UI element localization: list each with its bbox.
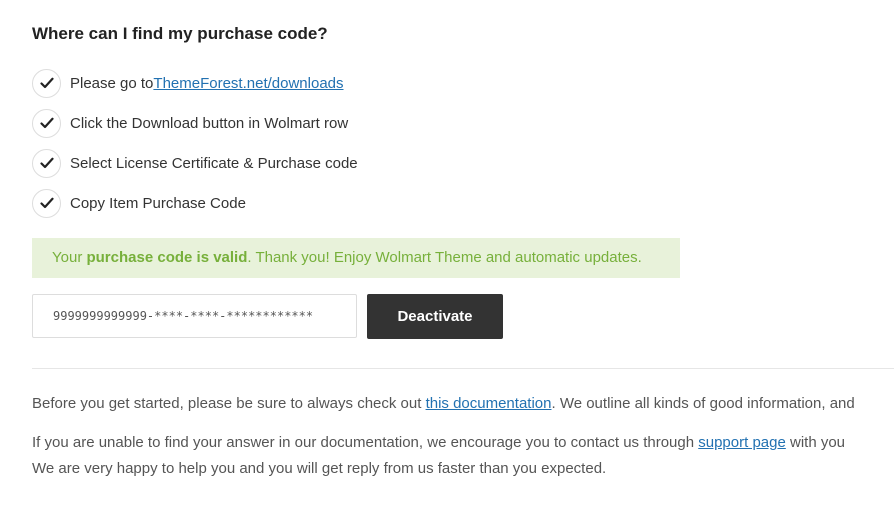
purchase-code-input[interactable] (32, 294, 357, 338)
info-text: with you (785, 434, 846, 451)
notice-bold: purchase code is valid (86, 249, 248, 266)
step-item: Click the Download button in Wolmart row (32, 107, 358, 139)
steps-list: Please go to ThemeForest.net/downloads C… (32, 67, 358, 227)
check-icon (32, 108, 61, 138)
step-item: Copy Item Purchase Code (32, 187, 358, 219)
support-paragraph: If you are unable to find your answer in… (32, 430, 845, 456)
step-text: Please go to (70, 74, 154, 92)
info-text: If you are unable to find your answer in… (32, 434, 699, 451)
check-icon (32, 148, 61, 178)
themeforest-downloads-link[interactable]: ThemeForest.net/downloads (153, 75, 343, 92)
notice-prefix: Your (52, 249, 87, 266)
notice-suffix: . Thank you! Enjoy Wolmart Theme and aut… (247, 249, 642, 266)
step-item: Please go to ThemeForest.net/downloads (32, 67, 358, 99)
step-text: Select License Certificate & Purchase co… (70, 154, 358, 172)
step-text: Copy Item Purchase Code (70, 194, 246, 212)
purchase-code-page: Where can I find my purchase code? Pleas… (0, 0, 894, 521)
step-text: Click the Download button in Wolmart row (70, 114, 349, 132)
info-text: Before you get started, please be sure t… (32, 395, 426, 412)
check-icon (32, 68, 61, 98)
step-item: Select License Certificate & Purchase co… (32, 147, 358, 179)
section-divider (32, 368, 894, 369)
documentation-link[interactable]: this documentation (426, 395, 552, 412)
check-icon (32, 188, 61, 218)
support-page-link[interactable]: support page (698, 434, 786, 451)
valid-code-notice: Your purchase code is valid. Thank you! … (32, 238, 680, 278)
page-heading: Where can I find my purchase code? (32, 24, 328, 43)
reply-paragraph: We are very happy to help you and you wi… (32, 460, 607, 477)
info-text: . We outline all kinds of good informati… (551, 395, 855, 412)
documentation-paragraph: Before you get started, please be sure t… (32, 391, 855, 417)
deactivate-button[interactable]: Deactivate (367, 294, 503, 339)
